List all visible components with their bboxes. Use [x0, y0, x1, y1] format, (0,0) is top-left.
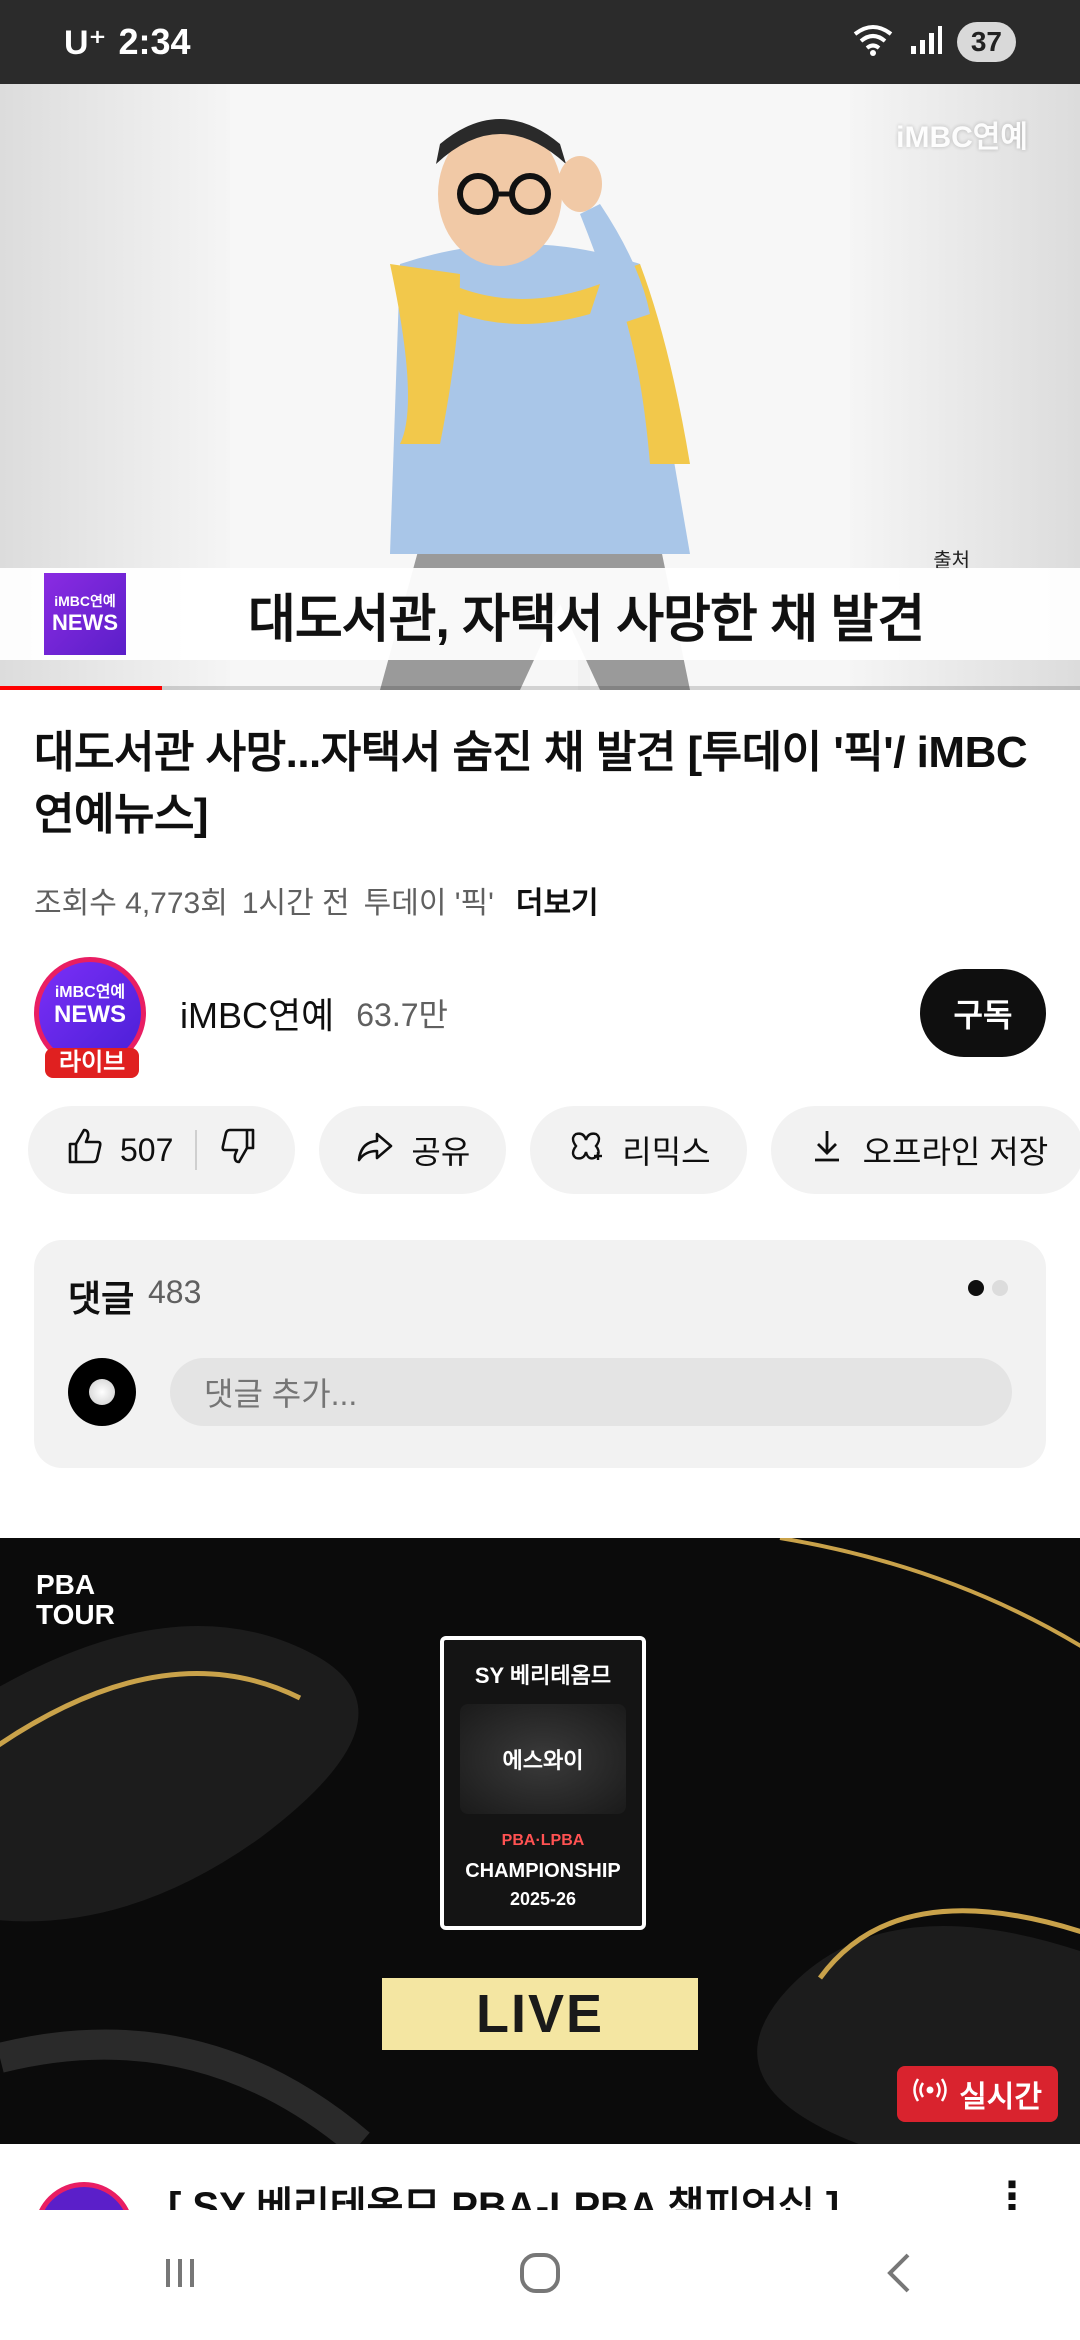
comments-title: 댓글 [68, 1278, 135, 1319]
news-logo: iMBC연예 NEWS [44, 573, 126, 655]
back-icon[interactable] [872, 2245, 928, 2306]
live-video-thumbnail[interactable]: PBA TOUR SY 베리테옴므 에스와이 PBA·LPBA CHAMPION… [0, 1538, 1080, 2144]
subscriber-count: 63.7만 [356, 997, 448, 1033]
channel-row: iMBC연예 NEWS 라이브 iMBC연예 63.7만 구독 [34, 957, 1046, 1078]
live-badge: 라이브 [45, 1048, 140, 1078]
status-left: U⁺ 2:34 [64, 21, 191, 63]
news-logo-bottom: NEWS [52, 610, 118, 635]
status-bar: U⁺ 2:34 37 [0, 0, 1080, 84]
recent-apps-icon[interactable] [152, 2245, 208, 2306]
more-button[interactable]: 더보기 [516, 878, 599, 922]
pba-tour-logo: PBA TOUR [36, 1570, 115, 1630]
share-label: 공유 [411, 1134, 471, 1170]
comments-section[interactable]: 댓글 483 댓글 추가... [34, 1240, 1046, 1468]
pager-dot [992, 1280, 1008, 1296]
download-icon [807, 1126, 847, 1174]
remix-icon [566, 1126, 606, 1174]
comment-input[interactable]: 댓글 추가... [170, 1358, 1012, 1426]
download-label: 오프라인 저장 [862, 1134, 1049, 1170]
next-more-options-icon[interactable]: ⋮ [992, 2174, 1032, 2210]
user-avatar [68, 1358, 136, 1426]
video-headline: 대도서관, 자택서 사망한 채 발견 [248, 590, 925, 649]
wifi-icon [851, 22, 895, 63]
subscribe-button[interactable]: 구독 [920, 969, 1046, 1057]
remix-button[interactable]: 리믹스 [530, 1106, 747, 1194]
status-icons: 37 [851, 22, 1016, 63]
emblem-text: 에스와이 [502, 1748, 584, 1773]
channel-avatar[interactable]: iMBC연예 NEWS 라이브 [34, 957, 146, 1078]
pager-dot-active [968, 1280, 984, 1296]
like-count[interactable]: 507 [120, 1132, 173, 1169]
card-league: PBA·LPBA [501, 1832, 585, 1849]
pba-logo-top: PBA [36, 1569, 96, 1600]
next-video-title[interactable]: [ SY 베리테옴므 PBA-LPBA 챔피언십 ] [168, 2174, 839, 2210]
card-title: SY 베리테옴므 [474, 1663, 612, 1688]
news-logo-top: iMBC연예 [54, 593, 116, 609]
channel-avatar-top: iMBC연예 [54, 984, 126, 1001]
card-season: 2025-26 [509, 1889, 577, 1909]
comments-pager [968, 1280, 1008, 1296]
progress-fill [0, 686, 162, 690]
comments-count: 483 [148, 1274, 202, 1310]
download-button[interactable]: 오프라인 저장 [770, 1106, 1080, 1194]
like-divider [195, 1130, 198, 1170]
championship-card: SY 베리테옴므 에스와이 PBA·LPBA CHAMPIONSHIP 2025… [440, 1636, 646, 1930]
broadcast-icon [913, 2077, 947, 2111]
realtime-badge: 실시간 [897, 2066, 1058, 2122]
channel-watermark: iMBC연예 [896, 121, 1028, 154]
pba-logo-bottom: TOUR [36, 1599, 115, 1630]
view-count: 조회수 4,773회 [34, 887, 228, 920]
share-icon [355, 1126, 395, 1174]
signal-icon [909, 24, 943, 61]
news-banner: iMBC연예 NEWS 대도서관, 자택서 사망한 채 발견 [0, 568, 1080, 660]
championship-emblem: 에스와이 [460, 1704, 626, 1814]
dislike-icon[interactable] [219, 1126, 259, 1174]
channel-name[interactable]: iMBC연예 [180, 987, 334, 1039]
status-time: 2:34 [118, 21, 191, 62]
video-tag: 투데이 '픽' [363, 887, 494, 920]
progress-bar[interactable] [0, 686, 1080, 690]
battery-indicator: 37 [956, 22, 1016, 62]
carrier-label: U⁺ [64, 24, 107, 62]
remix-label: 리믹스 [622, 1134, 711, 1170]
share-button[interactable]: 공유 [319, 1106, 507, 1194]
next-channel-avatar[interactable] [34, 2182, 134, 2210]
upload-time: 1시간 전 [241, 887, 350, 920]
video-meta[interactable]: 조회수 4,773회 1시간 전 투데이 '픽' 더보기 [34, 878, 599, 922]
home-icon[interactable] [512, 2245, 568, 2306]
realtime-label: 실시간 [959, 2081, 1042, 2114]
like-icon[interactable] [64, 1126, 104, 1174]
like-dislike-chip: 507 [28, 1106, 296, 1194]
video-title[interactable]: 대도서관 사망...자택서 숨진 채 발견 [투데이 '픽'/ iMBC연예뉴스… [34, 722, 1044, 846]
action-bar: 507 공유 리믹스 오프라인 저장 [28, 1106, 1080, 1194]
live-label-box: LIVE [382, 1978, 698, 2050]
system-nav-bar [0, 2210, 1080, 2340]
channel-avatar-bottom: NEWS [54, 1001, 126, 1028]
card-championship: CHAMPIONSHIP [465, 1860, 621, 1882]
next-video-item[interactable]: [ SY 베리테옴므 PBA-LPBA 챔피언십 ] ⋮ [0, 2144, 1080, 2210]
video-player[interactable]: iMBC연예 출처 iMBC연예 NEWS 대도서관, 자택서 사망한 채 발견 [0, 84, 1080, 690]
